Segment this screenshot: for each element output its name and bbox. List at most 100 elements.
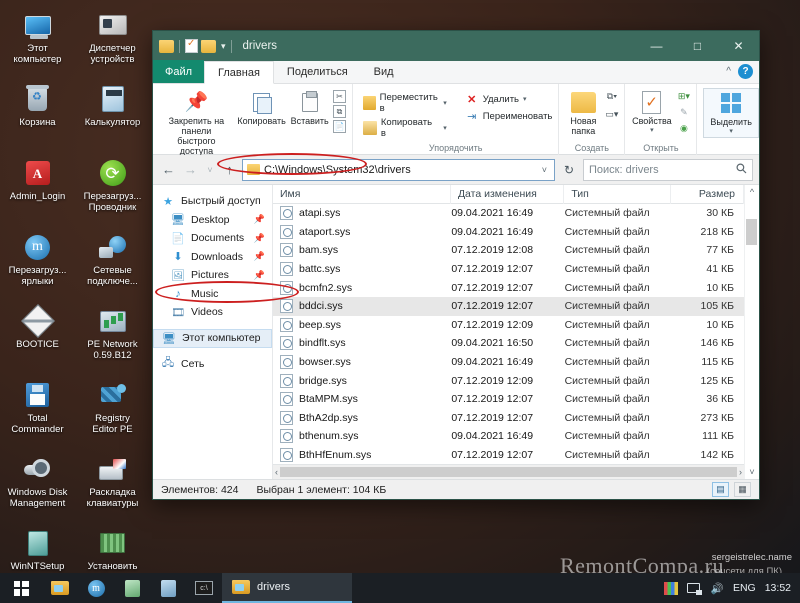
desktop-icon-recycle-bin[interactable]: Корзина [0,80,75,154]
scroll-left-icon[interactable]: ‹ [275,467,278,477]
language-indicator[interactable]: ENG [733,582,756,594]
close-button[interactable]: ✕ [718,31,759,61]
nav-item-desktop[interactable]: 🖥 Desktop 📌 [153,211,272,230]
taskbar-task-drivers[interactable]: drivers [222,573,352,603]
address-bar[interactable]: C:\Windows\System32\drivers ˅ [242,158,555,181]
column-header-date[interactable]: Дата изменения [451,184,565,204]
desktop-icon-admin-login[interactable]: A Admin_Login [0,154,75,228]
edit-icon[interactable]: ✎ [677,106,691,119]
desktop-icon-this-pc[interactable]: Этот компьютер [0,6,75,80]
desktop-icon-registry-editor[interactable]: Registry Editor PE [75,376,150,450]
taskbar-file-explorer[interactable] [42,573,78,603]
cut-icon[interactable]: ✂ [333,90,347,103]
new-folder-button[interactable]: Новая папка [563,88,603,138]
paste-shortcut-icon[interactable]: 📄 [333,120,347,133]
volume-icon[interactable]: 🔊 [711,582,724,595]
tab-поделиться[interactable]: Поделиться [274,60,361,83]
scroll-up-icon[interactable]: ^ [750,185,754,199]
nav-item-pictures[interactable]: 🖼 Pictures 📌 [153,266,272,285]
column-header-name[interactable]: Имя [273,184,451,204]
copy-button[interactable]: Копировать [237,88,287,128]
table-row[interactable]: ataport.sys 09.04.2021 16:49 Системный фай… [273,223,744,242]
nav-item-downloads[interactable]: ⬇ Downloads 📌 [153,248,272,267]
nav-item-music[interactable]: ♪ Music [153,285,272,304]
scroll-right-icon[interactable]: › [739,467,742,477]
vertical-scrollbar[interactable]: ^ ˅ [744,185,759,479]
chevron-down-icon[interactable]: ▾ [443,99,447,107]
address-text[interactable]: C:\Windows\System32\drivers [264,164,538,176]
copy-path-icon[interactable]: ⧉ [333,105,347,118]
pin-icon[interactable]: 📌 [254,233,265,244]
color-tray-icon[interactable] [663,581,678,595]
table-row[interactable]: bthenum.sys 09.04.2021 16:49 Системный фай… [273,427,744,446]
back-button[interactable]: ← [159,159,178,181]
desktop-icon-keyboard-layout[interactable]: Раскладка клавиатуры [75,450,150,524]
desktop-icon-calculator[interactable]: Калькулятор [75,80,150,154]
table-row[interactable]: bindflt.sys 09.04.2021 16:50 Системный фай… [273,334,744,353]
desktop-icon-network-connections[interactable]: Сетевые подключе... [75,228,150,302]
tab-file[interactable]: Файл [153,60,205,83]
desktop-icon-bootice[interactable]: BOOTICE [0,302,75,376]
table-row[interactable]: bddci.sys 07.12.2019 12:07 Системный файл 1… [273,296,744,316]
nav-item-documents[interactable]: 📄 Documents 📌 [153,229,272,248]
move-to-button[interactable]: Переместить в ▾ [363,92,447,114]
table-row[interactable]: BthA2dp.sys 07.12.2019 12:07 Системный фай… [273,409,744,428]
chevron-down-icon[interactable]: ▾ [443,124,447,132]
pin-to-quick-access-button[interactable]: 📌 Закрепить на панели быстрого доступа [159,88,234,158]
chevron-down-icon[interactable]: ▾ [650,126,654,134]
paste-button[interactable]: Вставить [289,88,330,128]
column-header-type[interactable]: Тип [564,184,672,204]
vscroll-thumb[interactable] [746,219,757,245]
desktop-icon-total-commander[interactable]: Total Commander [0,376,75,450]
table-row[interactable]: bam.sys 07.12.2019 12:08 Системный файл 77 … [273,241,744,260]
rename-button[interactable]: ⇥ Переименовать [465,109,552,123]
nav-item-star[interactable]: ★ Быстрый доступ [153,192,272,211]
properties-quick-icon[interactable] [185,38,198,53]
table-row[interactable]: bridge.sys 07.12.2019 12:09 Системный файл… [273,371,744,390]
refresh-button[interactable]: ↻ [558,159,580,181]
desktop-icon-restart-explorer[interactable]: ⟳ Перезагруз... Проводник [75,154,150,228]
open-with-icon[interactable]: ⊞▾ [677,90,691,103]
forward-button[interactable]: → [181,159,200,181]
pin-icon[interactable]: 📌 [254,251,265,262]
desktop-icon-pe-network[interactable]: PE Network 0.59.B12 [75,302,150,376]
network-tray-icon[interactable] [686,582,702,595]
tab-главная[interactable]: Главная [204,61,274,84]
table-row[interactable]: bowser.sys 09.04.2021 16:49 Системный файл… [273,353,744,372]
history-icon[interactable]: ◉ [677,122,691,135]
chevron-down-icon[interactable]: ▾ [523,95,527,103]
nav-item-network[interactable]: 🖧 Сеть [153,355,272,374]
tiles-view-button[interactable]: ▦ [734,482,751,497]
taskbar-green-app[interactable] [114,573,150,603]
table-row[interactable]: atapi.sys 09.04.2021 16:49 Системный файл 3… [273,204,744,223]
table-row[interactable]: battc.sys 07.12.2019 12:07 Системный файл 4… [273,260,744,279]
start-button[interactable] [0,573,42,603]
details-view-button[interactable]: ▤ [712,482,729,497]
taskbar-command-prompt[interactable]: c:\ [186,573,222,603]
desktop-icon-disk-management[interactable]: Windows Disk Management [0,450,75,524]
recent-locations-icon[interactable]: ˅ [203,159,217,181]
delete-button[interactable]: ✕ Удалить ▾ [465,92,553,106]
copy-to-button[interactable]: Копировать в ▾ [363,117,447,139]
desktop-icon-device-manager[interactable]: Диспетчер устройств [75,6,150,80]
table-row[interactable]: BtaMPM.sys 07.12.2019 12:07 Системный файл… [273,390,744,409]
desktop-icon-restart-shortcuts[interactable]: m Перезагруз... ярлыки [0,228,75,302]
table-row[interactable]: BthHfEnum.sys 07.12.2019 12:07 Системный ф… [273,446,744,464]
pin-icon[interactable]: 📌 [254,270,265,281]
chevron-down-icon[interactable]: ▾ [729,127,733,135]
easy-access-icon[interactable]: ▭▾ [605,108,618,121]
pin-icon[interactable]: 📌 [254,214,265,225]
new-folder-quick-icon[interactable] [201,39,216,53]
minimize-button[interactable]: — [636,31,677,61]
help-icon[interactable]: ? [738,64,753,79]
scroll-down-icon[interactable]: ˅ [749,465,754,479]
maximize-button[interactable]: □ [677,31,718,61]
horizontal-scrollbar[interactable]: ‹ › [273,464,744,479]
search-box[interactable]: Поиск: drivers [583,158,753,181]
column-header-size[interactable]: Размер [671,184,744,204]
table-row[interactable]: bcmfn2.sys 07.12.2019 12:07 Системный файл… [273,278,744,297]
hscroll-thumb[interactable] [280,467,737,477]
select-button[interactable]: Выделить ▾ [703,88,759,138]
up-button[interactable]: ↑ [220,159,239,181]
new-item-icon[interactable]: ⧉▾ [605,90,619,103]
